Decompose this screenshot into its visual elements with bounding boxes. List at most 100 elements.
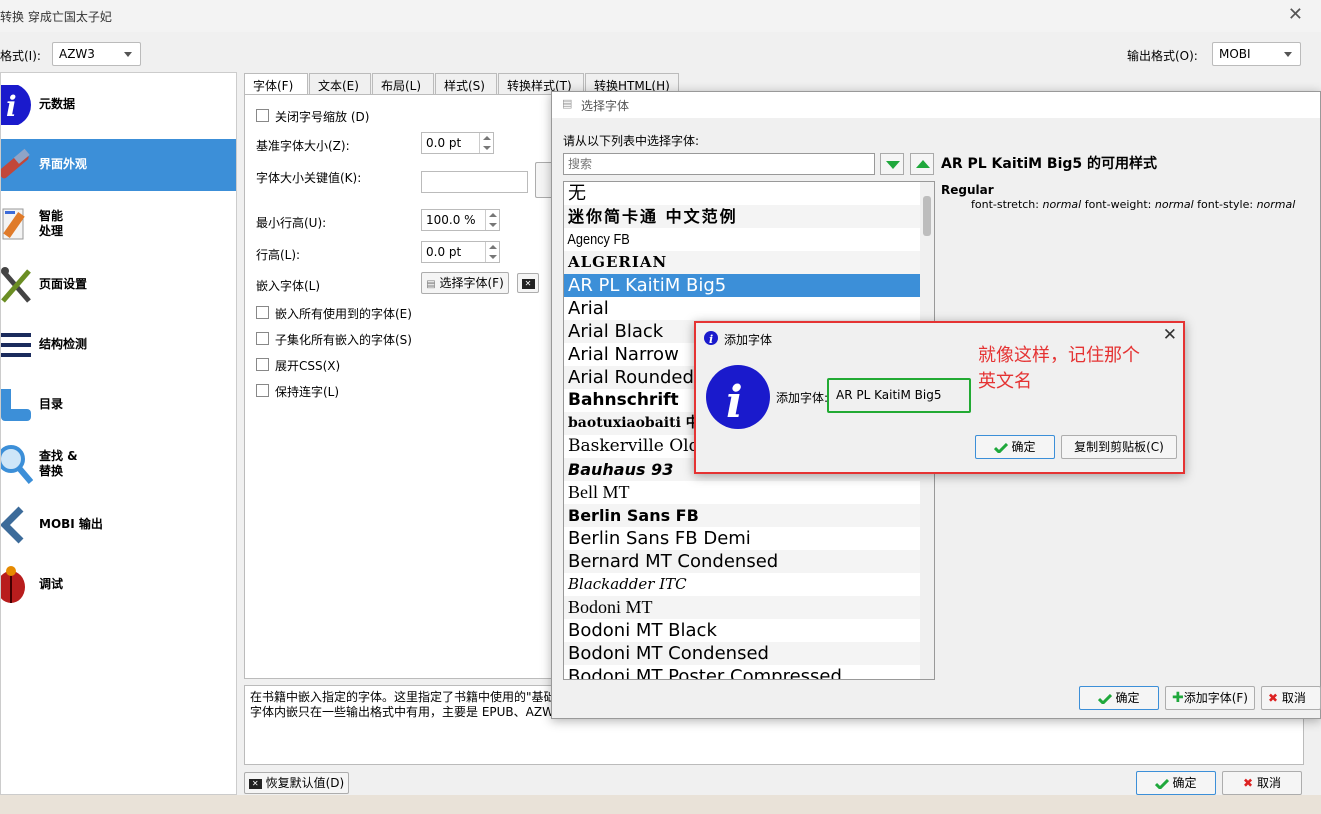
copy-to-clipboard-button[interactable]: 复制到剪贴板(C) — [1061, 435, 1177, 459]
list-item[interactable]: Bodoni MT Black — [564, 619, 920, 642]
add-font-button[interactable]: ✚添加字体(F) — [1165, 686, 1255, 710]
window-title: 转换 穿成亡国太子妃 — [0, 10, 112, 24]
bug-icon — [1, 566, 25, 603]
sidebar-item-label: 结构检测 — [39, 337, 88, 351]
sidebar-item-page-setup[interactable]: 页面设置 — [1, 259, 236, 311]
spinner-arrows-icon[interactable] — [479, 133, 493, 153]
toc-icon — [1, 389, 31, 421]
sidebar-item-mobi-output[interactable]: MOBI 输出 — [1, 499, 236, 551]
list-item[interactable]: Bernard MT Condensed — [564, 550, 920, 573]
disable-scaling-label: 关闭字号缩放 (D) — [275, 110, 370, 124]
sidebar-item-label: 页面设置 — [39, 277, 88, 291]
ok-button[interactable]: 确定 — [1136, 771, 1216, 795]
brush-icon — [1, 148, 30, 179]
key-size-input[interactable] — [421, 171, 528, 193]
expand-css-checkbox[interactable] — [256, 358, 269, 371]
style-name: Regular — [941, 183, 994, 197]
list-item[interactable]: Berlin Sans FB Demi — [564, 527, 920, 550]
scrollbar-thumb[interactable] — [923, 196, 931, 236]
spinner-arrows-icon[interactable] — [485, 210, 499, 230]
checkmark-icon — [1098, 693, 1113, 704]
font-name-highlight[interactable]: AR PL KaitiM Big5 — [827, 378, 971, 413]
subset-label: 子集化所有嵌入的字体(S) — [275, 333, 412, 347]
window-close-icon[interactable]: ✕ — [1288, 4, 1303, 25]
list-item[interactable]: Berlin Sans FB — [564, 504, 920, 527]
ok-label: 确定 — [1115, 691, 1140, 705]
min-line-height-input[interactable]: 100.0 % — [421, 209, 500, 231]
list-item[interactable]: 无 — [564, 182, 920, 205]
choose-font-button[interactable]: ▤ 选择字体(F) — [421, 272, 509, 294]
chevron-down-icon — [1284, 52, 1292, 57]
cancel-label: 取消 — [1256, 776, 1281, 790]
line-height-input[interactable]: 0.0 pt — [421, 241, 500, 263]
sidebar-item-search-replace[interactable]: 查找 & 替换 — [1, 439, 236, 491]
sidebar-item-label: 调试 — [39, 577, 64, 591]
list-item[interactable]: Bodoni MT Condensed — [564, 642, 920, 665]
style-detail-value: normal — [1042, 198, 1082, 211]
info-icon: i — [1, 85, 31, 125]
sidebar-item-label: 查找 & 替换 — [39, 449, 78, 478]
tools-icon — [1, 267, 31, 303]
cancel-button[interactable]: ✖ 取消 — [1222, 771, 1302, 795]
plus-icon: ✚ — [1171, 690, 1184, 706]
add-font-label: 添加字体(F) — [1183, 691, 1248, 705]
sidebar-item-toc[interactable]: 目录 — [1, 379, 236, 431]
svg-text:i: i — [709, 333, 713, 345]
sidebar-item-metadata[interactable]: i 元数据 — [1, 79, 236, 131]
search-icon — [1, 445, 33, 484]
list-item[interactable]: ALGERIAN — [564, 251, 920, 274]
spinner-arrows-icon[interactable] — [485, 242, 499, 262]
clear-font-button[interactable]: ✕ — [517, 273, 539, 293]
tab-layout[interactable]: 布局(L) — [372, 73, 434, 95]
info-large-icon: i — [706, 365, 770, 429]
keep-ligatures-checkbox[interactable] — [256, 384, 269, 397]
sidebar-item-structure[interactable]: 结构检测 — [1, 319, 236, 371]
dialog-title-bar: ▤ 选择字体 — [552, 92, 1320, 118]
font-dialog-ok-button[interactable]: 确定 — [1079, 686, 1159, 710]
output-format-select[interactable]: MOBI — [1212, 42, 1301, 66]
annotation-text: 就像这样，记住那个 英文名 — [978, 345, 1140, 392]
restore-defaults-button[interactable]: ✕ 恢复默认值(D) — [244, 772, 349, 794]
sidebar-item-debug[interactable]: 调试 — [1, 559, 236, 611]
mobi-icon — [1, 506, 24, 544]
info-dialog-title: 添加字体 — [724, 333, 773, 347]
list-item[interactable]: Bell MT — [564, 481, 920, 504]
key-size-label: 字体大小关键值(K): — [256, 171, 362, 185]
input-format-value: AZW3 — [59, 47, 95, 61]
style-detail-value: normal — [1154, 198, 1194, 211]
list-item[interactable]: Bodoni MT Poster Compressed — [564, 665, 920, 679]
close-icon[interactable]: ✕ — [1163, 325, 1177, 345]
sidebar-item-label: MOBI 输出 — [39, 517, 103, 531]
disable-scaling-checkbox[interactable] — [256, 109, 269, 122]
subset-checkbox[interactable] — [256, 332, 269, 345]
font-file-icon: ▤ — [426, 279, 436, 290]
line-height-label: 行高(L): — [256, 248, 301, 262]
font-dialog-cancel-button[interactable]: ✖ 取消 — [1261, 686, 1321, 710]
style-detail-text: font-stretch: — [971, 198, 1043, 211]
tab-styling[interactable]: 样式(S) — [435, 73, 497, 95]
list-item[interactable]: Agency FB — [564, 228, 867, 251]
style-detail-value: normal — [1256, 198, 1296, 211]
tab-font[interactable]: 字体(F) — [244, 73, 308, 96]
tab-text[interactable]: 文本(E) — [309, 73, 371, 95]
list-item[interactable]: AR PL KaitiM Big5 — [564, 274, 920, 297]
font-search-input[interactable] — [563, 153, 875, 175]
sidebar-item-look-and-feel[interactable]: 界面外观 — [1, 139, 236, 191]
choose-font-button-label: 选择字体(F) — [439, 276, 504, 290]
base-size-label: 基准字体大小(Z): — [256, 139, 350, 153]
list-item[interactable]: 迷你简卡通 中文范例 — [564, 205, 920, 228]
info-ok-button[interactable]: 确定 — [975, 435, 1055, 459]
info-icon: i — [704, 331, 718, 345]
embed-all-checkbox[interactable] — [256, 306, 269, 319]
clear-icon: ✕ — [521, 279, 535, 289]
base-size-input[interactable]: 0.0 pt — [421, 132, 494, 154]
find-previous-arrow-icon[interactable] — [910, 153, 934, 175]
font-name-value[interactable]: AR PL KaitiM Big5 — [836, 388, 941, 402]
restore-defaults-label: 恢复默认值(D) — [265, 776, 345, 790]
list-item[interactable]: Bodoni MT — [564, 596, 920, 619]
find-next-arrow-icon[interactable] — [880, 153, 904, 175]
input-format-select[interactable]: AZW3 — [52, 42, 141, 66]
sidebar-item-heuristics[interactable]: 智能 处理 — [1, 199, 236, 251]
list-item[interactable]: Blackadder ITC — [564, 573, 920, 596]
list-item[interactable]: Arial — [564, 297, 920, 320]
